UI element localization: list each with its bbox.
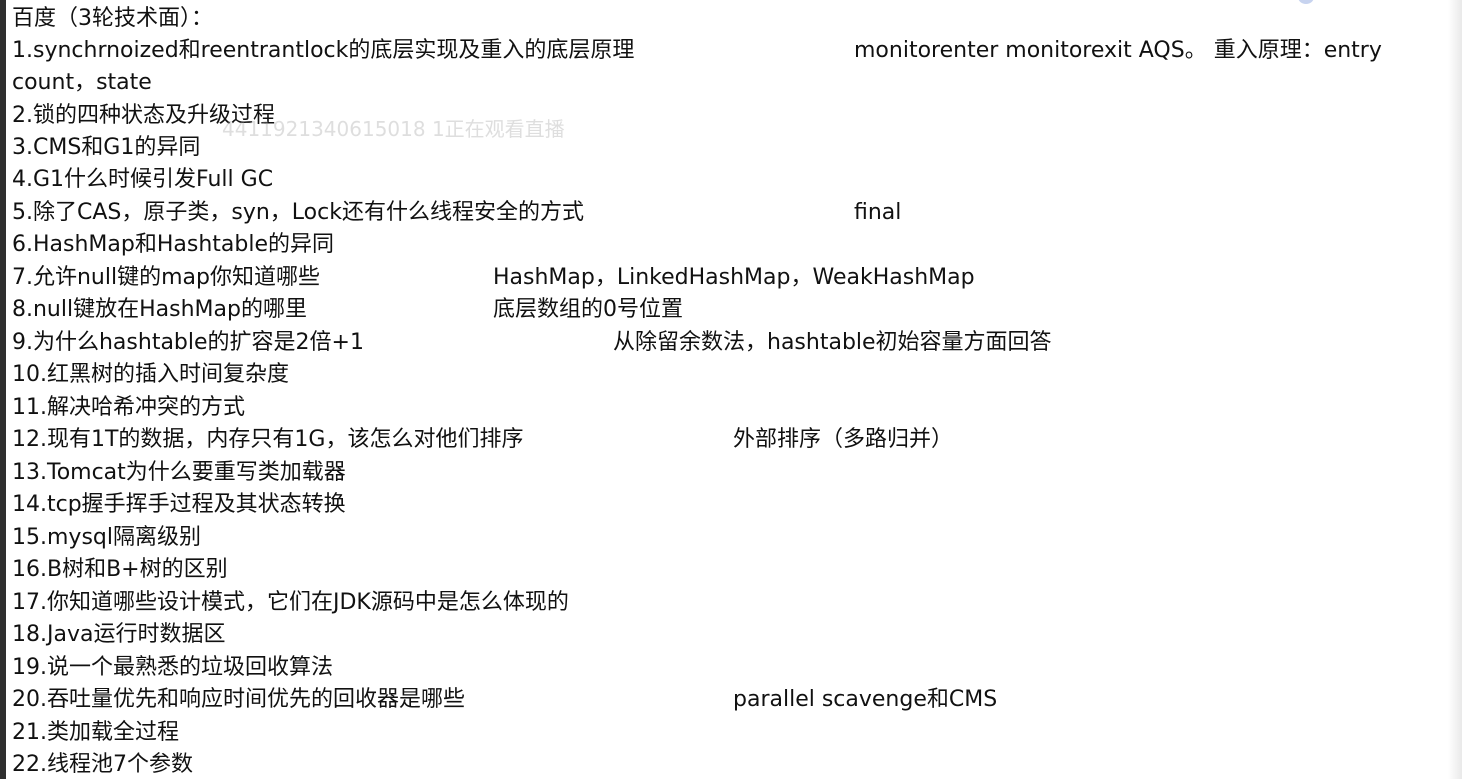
- answer-1-continued: count，state: [12, 70, 152, 95]
- answer-5: final: [854, 200, 902, 225]
- question-14: 14.tcp握手挥手过程及其状态转换: [12, 492, 346, 517]
- question-9: 9.为什么hashtable的扩容是2倍+1: [12, 330, 364, 355]
- question-18: 18.Java运行时数据区: [12, 622, 226, 647]
- question-6: 6.HashMap和Hashtable的异同: [12, 232, 334, 257]
- question-10: 10.红黑树的插入时间复杂度: [12, 362, 289, 387]
- question-12: 12.现有1T的数据，内存只有1G，该怎么对他们排序: [12, 427, 524, 452]
- answer-1: monitorenter monitorexit AQS。 重入原理：entry: [854, 38, 1382, 63]
- question-17: 17.你知道哪些设计模式，它们在JDK源码中是怎么体现的: [12, 590, 569, 615]
- answer-20: parallel scavenge和CMS: [733, 687, 998, 712]
- question-22: 22.线程池7个参数: [12, 752, 193, 777]
- question-7: 7.允许null键的map你知道哪些: [12, 265, 320, 290]
- question-5: 5.除了CAS，原子类，syn，Lock还有什么线程安全的方式: [12, 200, 584, 225]
- question-3: 3.CMS和G1的异同: [12, 135, 201, 160]
- question-19: 19.说一个最熟悉的垃圾回收算法: [12, 655, 333, 680]
- question-15: 15.mysql隔离级别: [12, 525, 201, 550]
- question-13: 13.Tomcat为什么要重写类加载器: [12, 460, 346, 485]
- answer-7: HashMap，LinkedHashMap，WeakHashMap: [493, 265, 975, 290]
- question-4: 4.G1什么时候引发Full GC: [12, 167, 274, 192]
- question-1: 1.synchrnoized和reentrantlock的底层实现及重入的底层原…: [12, 38, 635, 63]
- question-20: 20.吞吐量优先和响应时间优先的回收器是哪些: [12, 687, 465, 712]
- right-edge: [1448, 0, 1462, 779]
- answer-8: 底层数组的0号位置: [493, 297, 683, 322]
- answer-9: 从除留余数法，hashtable初始容量方面回答: [613, 330, 1052, 355]
- live-watermark: 4411921340615018 1正在观看直播: [222, 117, 565, 141]
- question-21: 21.类加载全过程: [12, 720, 179, 745]
- question-11: 11.解决哈希冲突的方式: [12, 395, 245, 420]
- question-8: 8.null键放在HashMap的哪里: [12, 297, 307, 322]
- question-16: 16.B树和B+树的区别: [12, 557, 228, 582]
- answer-12: 外部排序（多路归并）: [733, 427, 954, 452]
- document-title: 百度（3轮技术面）：: [12, 6, 213, 31]
- corner-indicator: [1298, 0, 1314, 4]
- left-border: [0, 0, 6, 779]
